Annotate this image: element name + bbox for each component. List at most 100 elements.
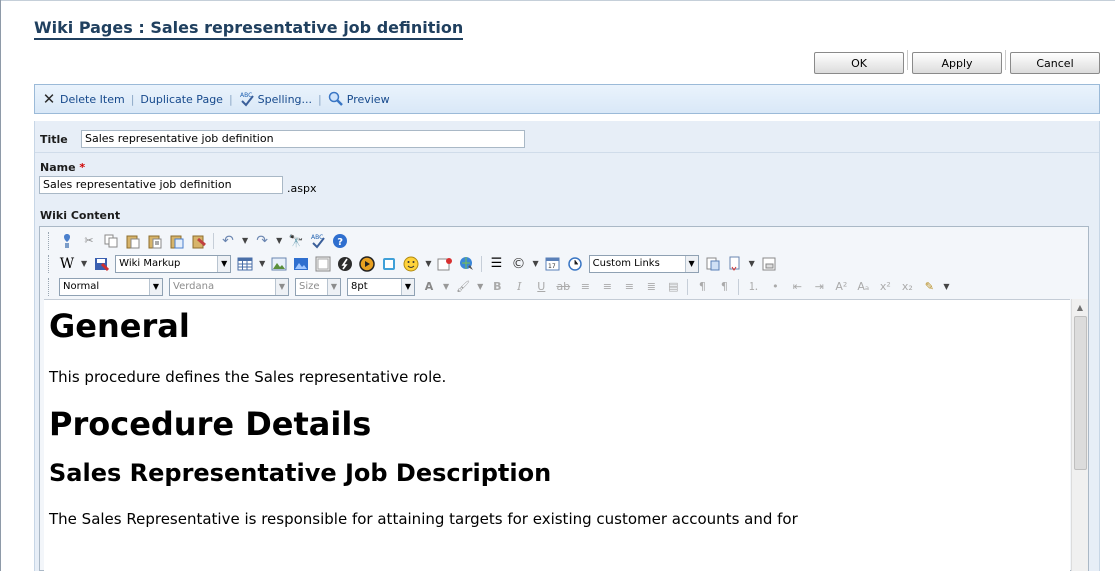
strikethrough-icon[interactable]: ab [555,279,571,295]
wiki-dropdown-arrow-icon[interactable]: ▼ [81,259,87,268]
outdent-icon[interactable]: ⇤ [789,279,805,295]
font-family-select[interactable]: Verdana ▼ [169,277,289,296]
align-center-icon[interactable]: ≡ [599,279,615,295]
flash-icon[interactable] [337,256,353,272]
spelling-action[interactable]: ABC Spelling... [239,91,312,107]
snippet-dropdown-arrow-icon[interactable]: ▼ [749,259,755,268]
clear-formatting-dropdown-arrow-icon[interactable]: ▼ [943,282,949,291]
magnifier-icon [328,91,344,107]
media-icon[interactable] [359,255,376,272]
paragraph-style-select[interactable]: Normal ▼ [59,277,163,296]
custom-links-select[interactable]: Custom Links ▼ [588,254,699,273]
image-manager-icon[interactable] [293,256,309,272]
bold-icon[interactable]: B [489,279,505,295]
template-icon[interactable] [705,256,721,272]
redo-icon[interactable]: ↷ [254,233,270,249]
emoticon-icon[interactable] [403,256,419,272]
apply-button[interactable]: Apply [912,52,1002,74]
underline-icon[interactable]: U [533,279,549,295]
edit-form: Title Sales representative job definitio… [34,121,1100,571]
highlight-color-icon[interactable]: 🖌 [455,279,471,295]
scroll-up-arrow-icon[interactable]: ▲ [1072,299,1088,315]
document-manager-icon[interactable] [381,256,397,272]
delete-item-action[interactable]: ✕ Delete Item [41,91,125,107]
delete-icon: ✕ [42,89,56,108]
font-color-dropdown-arrow-icon[interactable]: ▼ [443,282,449,291]
title-input[interactable]: Sales representative job definition [81,130,525,148]
link-manager-icon[interactable] [437,256,453,272]
rtl-icon[interactable]: ¶ [716,279,732,295]
paste-text-icon[interactable] [147,233,163,249]
paste-word-icon[interactable] [169,233,185,249]
window-top-border [0,0,1115,1]
subscript-icon[interactable]: x₂ [899,279,915,295]
undo-icon[interactable]: ↶ [220,233,236,249]
wiki-editor: ✂ ↶ ▼ ↷ ▼ 🔭 ABC ? W ▼ Wiki Markup ▼ ▼ ▼ … [39,226,1089,571]
font-size-class-select[interactable]: Size ▼ [295,277,341,296]
indent-icon[interactable]: ⇥ [811,279,827,295]
chevron-down-icon: ▼ [327,278,340,295]
heading-job-description: Sales Representative Job Description [49,459,552,487]
gallery-icon[interactable] [315,256,331,272]
clock-icon[interactable] [567,256,583,272]
subscript-format-icon[interactable]: Aₐ [855,279,871,295]
scrollbar-thumb[interactable] [1074,316,1087,470]
list-icon[interactable]: ☰ [488,256,504,272]
save-icon[interactable] [59,233,75,249]
save-markup-icon[interactable] [93,256,110,272]
hyperlink-icon[interactable] [459,256,475,272]
undo-dropdown-arrow-icon[interactable]: ▼ [242,236,248,245]
name-input[interactable]: Sales representative job definition [39,176,283,194]
format-painter-icon[interactable] [191,233,207,249]
spellcheck-icon[interactable]: ABC [310,233,326,249]
breadcrumb-list-link[interactable]: Wiki Pages [34,18,133,37]
table-icon[interactable] [237,256,253,272]
spelling-label: Spelling... [257,92,313,106]
justify-icon[interactable]: ≣ [643,279,659,295]
button-divider [907,50,908,70]
markup-mode-value: Wiki Markup [119,258,181,269]
vertical-scrollbar[interactable]: ▲ [1071,299,1088,571]
clear-formatting-icon[interactable]: ✎ [921,279,937,295]
font-size-select[interactable]: 8pt ▼ [347,277,415,296]
numbered-list-icon[interactable]: ⒈ [745,279,761,295]
help-icon[interactable]: ? [332,233,348,249]
toolbar-grip [48,231,51,250]
font-color-icon[interactable]: A [421,279,437,295]
insert-snippet-icon[interactable] [727,256,743,272]
toolbar-grip [48,277,51,296]
preview-action[interactable]: Preview [328,91,390,107]
duplicate-page-label: Duplicate Page [140,92,223,106]
align-right-icon[interactable]: ≡ [621,279,637,295]
redo-dropdown-arrow-icon[interactable]: ▼ [276,236,282,245]
emoticon-dropdown-arrow-icon[interactable]: ▼ [425,259,431,268]
highlight-dropdown-arrow-icon[interactable]: ▼ [477,282,483,291]
form-element-icon[interactable] [761,256,777,272]
table-dropdown-arrow-icon[interactable]: ▼ [259,259,265,268]
markup-mode-select[interactable]: Wiki Markup ▼ [115,254,232,273]
wiki-icon[interactable]: W [59,256,75,272]
paragraph-intro: This procedure defines the Sales represe… [49,368,447,386]
heading-general: General [49,307,190,345]
copy-icon[interactable] [103,233,119,249]
paste-icon[interactable] [125,233,141,249]
symbol-dropdown-arrow-icon[interactable]: ▼ [532,259,538,268]
image-icon[interactable] [271,256,287,272]
duplicate-page-action[interactable]: Duplicate Page [140,93,223,106]
italic-icon[interactable]: I [511,279,527,295]
superscript-icon[interactable]: x² [877,279,893,295]
align-left-icon[interactable]: ≡ [577,279,593,295]
ok-button[interactable]: OK [814,52,904,74]
editor-toolbar-row-3: Normal ▼ Verdana ▼ Size ▼ 8pt ▼ A ▼ 🖌 ▼ … [40,274,1088,299]
heading-procedure-details: Procedure Details [49,405,372,443]
cancel-button[interactable]: Cancel [1010,52,1100,74]
bullet-list-icon[interactable]: • [767,279,783,295]
remove-alignment-icon[interactable]: ▤ [665,279,681,295]
copyright-symbol-icon[interactable]: © [510,256,526,272]
ltr-icon[interactable]: ¶ [694,279,710,295]
cut-icon[interactable]: ✂ [81,233,97,249]
wiki-content-area[interactable]: General This procedure defines the Sales… [44,299,1070,571]
calendar-icon[interactable]: 17 [545,256,561,272]
superscript-format-icon[interactable]: A² [833,279,849,295]
find-replace-icon[interactable]: 🔭 [288,233,304,249]
